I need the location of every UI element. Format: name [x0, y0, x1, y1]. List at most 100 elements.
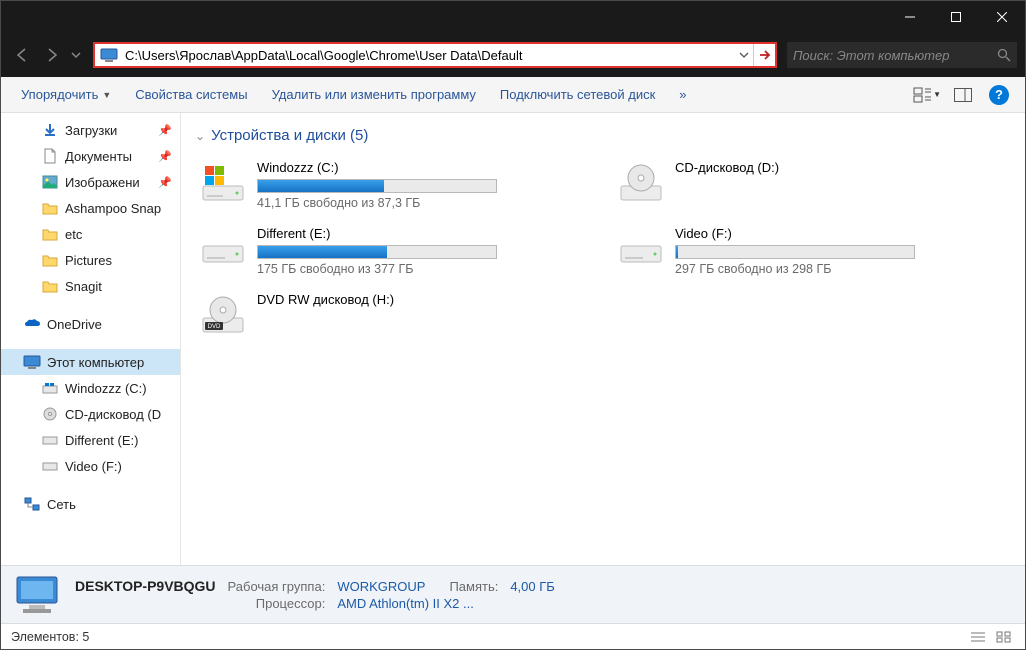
pictures-icon	[41, 173, 59, 191]
address-dropdown[interactable]	[735, 50, 753, 60]
help-button[interactable]: ?	[985, 81, 1013, 109]
hdd-icon	[617, 226, 665, 274]
search-box	[787, 42, 1017, 68]
sidebar-label: Загрузки	[65, 123, 117, 138]
drive-free-text: 175 ГБ свободно из 377 ГБ	[257, 262, 589, 276]
computer-name: DESKTOP-P9VBQGU	[75, 578, 216, 594]
capacity-bar	[257, 179, 497, 193]
computer-icon	[23, 353, 41, 371]
pin-icon: 📌	[158, 124, 172, 137]
cpu-value: AMD Athlon(tm) II X2 ...	[337, 596, 555, 611]
sidebar-label: OneDrive	[47, 317, 102, 332]
sidebar-item-downloads[interactable]: Загрузки 📌	[1, 117, 180, 143]
chevron-down-icon: ▼	[102, 90, 111, 100]
sidebar-item-drive-e[interactable]: Different (E:)	[1, 427, 180, 453]
title-bar	[1, 1, 1025, 33]
drive-free-text: 41,1 ГБ свободно из 87,3 ГБ	[257, 196, 589, 210]
computer-large-icon	[13, 571, 61, 619]
drive-d[interactable]: CD-дисковод (D:)	[613, 156, 1011, 214]
downloads-icon	[41, 121, 59, 139]
workgroup-value: WORKGROUP	[337, 579, 425, 594]
sidebar-item-network[interactable]: Сеть	[1, 491, 180, 517]
drive-label: Windozzz (C:)	[257, 160, 589, 175]
sidebar-item-drive-d[interactable]: CD-дисковод (D	[1, 401, 180, 427]
sidebar-label: Video (F:)	[65, 459, 122, 474]
chevron-down-icon[interactable]: ⌄	[195, 129, 205, 143]
computer-icon	[99, 45, 119, 65]
details-pane: DESKTOP-P9VBQGU Рабочая группа: WORKGROU…	[1, 565, 1025, 623]
capacity-bar	[257, 245, 497, 259]
sidebar-label: CD-дисковод (D	[65, 407, 161, 422]
content-area[interactable]: ⌄ Устройства и диски (5) Windozzz (C:) 4…	[181, 113, 1025, 565]
hdd-icon	[199, 226, 247, 274]
drive-free-text: 297 ГБ свободно из 298 ГБ	[675, 262, 1007, 276]
sidebar-item-snagit[interactable]: Snagit	[1, 273, 180, 299]
search-icon[interactable]	[997, 48, 1011, 62]
sidebar-label: Ashampoo Snap	[65, 201, 161, 216]
back-button[interactable]	[9, 42, 35, 68]
sidebar-item-documents[interactable]: Документы 📌	[1, 143, 180, 169]
sidebar-item-ashampoo[interactable]: Ashampoo Snap	[1, 195, 180, 221]
folder-icon	[41, 199, 59, 217]
forward-button[interactable]	[39, 42, 65, 68]
drive-icon	[41, 457, 59, 475]
system-properties-button[interactable]: Свойства системы	[127, 83, 255, 106]
folder-icon	[41, 277, 59, 295]
search-input[interactable]	[793, 48, 997, 63]
drive-icon	[41, 379, 59, 397]
group-header[interactable]: ⌄ Устройства и диски (5)	[181, 123, 1025, 148]
map-network-drive-button[interactable]: Подключить сетевой диск	[492, 83, 663, 106]
sidebar-item-images[interactable]: Изображени 📌	[1, 169, 180, 195]
status-bar: Элементов: 5	[1, 623, 1025, 649]
large-icons-view-button[interactable]	[993, 628, 1015, 646]
sidebar-item-this-pc[interactable]: Этот компьютер	[1, 349, 180, 375]
nav-bar	[1, 33, 1025, 77]
drive-e[interactable]: Different (E:) 175 ГБ свободно из 377 ГБ	[195, 222, 593, 280]
drive-c[interactable]: Windozzz (C:) 41,1 ГБ свободно из 87,3 Г…	[195, 156, 593, 214]
sidebar-label: Изображени	[65, 175, 140, 190]
drive-icon	[41, 431, 59, 449]
sidebar-item-onedrive[interactable]: OneDrive	[1, 311, 180, 337]
drive-label: Video (F:)	[675, 226, 1007, 241]
sidebar-label: etc	[65, 227, 82, 242]
sidebar-label: Документы	[65, 149, 132, 164]
uninstall-program-button[interactable]: Удалить или изменить программу	[264, 83, 484, 106]
details-view-button[interactable]	[967, 628, 989, 646]
folder-icon	[41, 225, 59, 243]
dvd-drive-icon: DVD	[199, 292, 247, 340]
organize-label: Упорядочить	[21, 87, 98, 102]
sidebar-item-pictures[interactable]: Pictures	[1, 247, 180, 273]
go-button[interactable]	[753, 44, 775, 66]
workgroup-label: Рабочая группа:	[228, 579, 326, 594]
drive-label: CD-дисковод (D:)	[675, 160, 1007, 175]
drive-f[interactable]: Video (F:) 297 ГБ свободно из 298 ГБ	[613, 222, 1011, 280]
preview-pane-button[interactable]	[949, 81, 977, 109]
sidebar-label: Сеть	[47, 497, 76, 512]
drive-label: DVD RW дисковод (H:)	[257, 292, 589, 307]
drive-label: Different (E:)	[257, 226, 589, 241]
address-input[interactable]	[123, 44, 735, 66]
view-options-button[interactable]: ▼	[913, 81, 941, 109]
minimize-button[interactable]	[887, 1, 933, 33]
cd-drive-icon	[617, 160, 665, 208]
sidebar-item-drive-f[interactable]: Video (F:)	[1, 453, 180, 479]
nav-pane[interactable]: Загрузки 📌 Документы 📌 Изображени 📌 Asha…	[1, 113, 181, 565]
chevron-down-icon: ▼	[933, 90, 941, 99]
cd-icon	[41, 405, 59, 423]
sidebar-item-etc[interactable]: etc	[1, 221, 180, 247]
maximize-button[interactable]	[933, 1, 979, 33]
cpu-label: Процессор:	[228, 596, 326, 611]
os-drive-icon	[199, 160, 247, 208]
sidebar-label: Different (E:)	[65, 433, 138, 448]
toolbar-overflow[interactable]: »	[671, 83, 694, 106]
pin-icon: 📌	[158, 176, 172, 189]
sidebar-item-drive-c[interactable]: Windozzz (C:)	[1, 375, 180, 401]
recent-dropdown[interactable]	[69, 42, 83, 68]
sidebar-label: Snagit	[65, 279, 102, 294]
drive-h[interactable]: DVD DVD RW дисковод (H:)	[195, 288, 593, 344]
svg-text:DVD: DVD	[208, 324, 221, 330]
close-button[interactable]	[979, 1, 1025, 33]
address-bar	[93, 42, 777, 68]
document-icon	[41, 147, 59, 165]
organize-menu[interactable]: Упорядочить ▼	[13, 83, 119, 106]
